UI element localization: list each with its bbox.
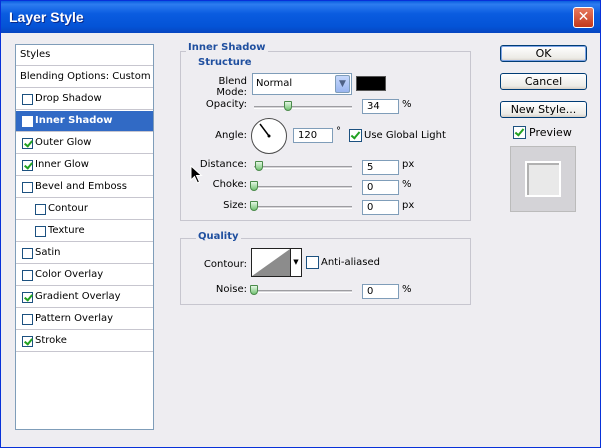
blending-options-label: Blending Options: Custom	[20, 71, 151, 82]
mouse-cursor-icon	[190, 165, 203, 184]
blend-mode-value: Normal	[256, 78, 293, 89]
size-label: Size:	[223, 200, 247, 211]
close-icon[interactable]: ✕	[578, 9, 590, 25]
style-label-outer-glow: Outer Glow	[35, 137, 92, 148]
style-label-inner-glow: Inner Glow	[35, 159, 89, 170]
anti-aliased-label: Anti-aliased	[321, 257, 381, 268]
choke-slider-track[interactable]	[254, 186, 352, 189]
size-input[interactable]: 0	[362, 200, 399, 215]
style-label-gradient-overlay: Gradient Overlay	[35, 291, 121, 302]
inner-shadow-title: Inner Shadow	[186, 42, 268, 53]
style-item-inner-glow[interactable]: Inner Glow	[16, 155, 153, 176]
noise-slider-track[interactable]	[254, 290, 352, 293]
preview-label: Preview	[529, 126, 572, 139]
angle-input[interactable]: 120	[293, 128, 333, 143]
contour-picker[interactable]	[251, 248, 291, 277]
style-item-gradient-overlay[interactable]: Gradient Overlay	[16, 287, 153, 308]
style-checkbox-contour[interactable]	[35, 204, 46, 215]
style-checkbox-inner-glow[interactable]	[22, 160, 33, 171]
blending-options-item[interactable]: Blending Options: Custom	[16, 67, 153, 88]
styles-header-label: Styles	[20, 49, 51, 60]
layer-style-dialog: Layer Style ✕ Styles Blending Options: C…	[0, 0, 601, 448]
new-style-button[interactable]: New Style...	[500, 101, 587, 118]
style-item-inner-shadow[interactable]: Inner Shadow	[16, 111, 153, 132]
style-item-contour[interactable]: Contour	[16, 199, 153, 220]
angle-dial-icon[interactable]	[251, 118, 287, 154]
use-global-light-label: Use Global Light	[364, 130, 446, 141]
angle-label: Angle:	[215, 130, 247, 141]
opacity-slider-thumb[interactable]	[284, 101, 292, 111]
styles-header[interactable]: Styles	[16, 45, 153, 66]
window-title: Layer Style	[9, 9, 84, 25]
style-item-outer-glow[interactable]: Outer Glow	[16, 133, 153, 154]
distance-input[interactable]: 5	[362, 160, 399, 175]
style-label-contour: Contour	[48, 203, 88, 214]
structure-title: Structure	[196, 57, 254, 68]
style-item-bevel-and-emboss[interactable]: Bevel and Emboss	[16, 177, 153, 198]
style-label-pattern-overlay: Pattern Overlay	[35, 313, 114, 324]
distance-slider-thumb[interactable]	[255, 161, 263, 171]
choke-unit: %	[402, 179, 412, 190]
style-label-texture: Texture	[48, 225, 85, 236]
style-preview	[510, 146, 576, 212]
style-label-color-overlay: Color Overlay	[35, 269, 104, 280]
style-checkbox-color-overlay[interactable]	[22, 270, 33, 281]
size-slider-thumb[interactable]	[250, 201, 258, 211]
style-checkbox-gradient-overlay[interactable]	[22, 292, 33, 303]
styles-list: Styles Blending Options: Custom Drop Sha…	[15, 44, 154, 430]
choke-input[interactable]: 0	[362, 180, 399, 195]
opacity-slider-track[interactable]	[254, 106, 352, 109]
use-global-light-checkbox[interactable]	[349, 129, 362, 142]
style-label-satin: Satin	[35, 247, 61, 258]
blend-mode-label: Blend Mode:	[216, 76, 247, 98]
style-checkbox-stroke[interactable]	[22, 336, 33, 347]
shadow-color-swatch[interactable]	[356, 76, 386, 91]
distance-unit: px	[402, 159, 415, 170]
preview-checkbox[interactable]	[513, 126, 526, 139]
size-unit: px	[402, 200, 415, 211]
style-checkbox-bevel-and-emboss[interactable]	[22, 182, 33, 193]
contour-label: Contour:	[203, 259, 247, 270]
style-item-texture[interactable]: Texture	[16, 221, 153, 242]
style-checkbox-pattern-overlay[interactable]	[22, 314, 33, 325]
distance-slider-track[interactable]	[254, 166, 352, 169]
contour-preview-icon	[252, 249, 290, 276]
style-preview-swatch	[525, 161, 561, 197]
style-label-inner-shadow: Inner Shadow	[35, 115, 113, 126]
noise-unit: %	[402, 284, 412, 295]
choke-slider-thumb[interactable]	[250, 181, 258, 191]
style-item-satin[interactable]: Satin	[16, 243, 153, 264]
contour-dropdown-arrow[interactable]: ▼	[291, 248, 302, 277]
style-label-drop-shadow: Drop Shadow	[35, 93, 102, 104]
noise-slider-thumb[interactable]	[250, 285, 258, 295]
opacity-label: Opacity:	[205, 99, 247, 110]
quality-title: Quality	[196, 231, 241, 242]
style-checkbox-texture[interactable]	[35, 226, 46, 237]
style-checkbox-outer-glow[interactable]	[22, 138, 33, 149]
noise-label: Noise:	[215, 284, 247, 295]
blend-mode-select[interactable]: Normal ▼	[252, 73, 352, 95]
title-bar[interactable]: Layer Style ✕	[1, 1, 600, 33]
chevron-down-icon[interactable]: ▼	[335, 75, 350, 93]
opacity-unit: %	[402, 99, 412, 110]
close-button[interactable]: ✕	[573, 7, 594, 28]
style-item-stroke[interactable]: Stroke	[16, 331, 153, 352]
angle-dial-needle	[259, 123, 271, 138]
style-label-bevel-and-emboss: Bevel and Emboss	[35, 181, 127, 192]
dialog-body: Styles Blending Options: Custom Drop Sha…	[1, 33, 600, 447]
size-slider-track[interactable]	[254, 206, 352, 209]
style-checkbox-satin[interactable]	[22, 248, 33, 259]
noise-input[interactable]: 0	[362, 284, 399, 299]
anti-aliased-checkbox[interactable]	[306, 256, 319, 269]
opacity-input[interactable]: 34	[362, 99, 399, 114]
style-label-stroke: Stroke	[35, 335, 67, 346]
angle-unit: °	[336, 126, 341, 137]
style-item-drop-shadow[interactable]: Drop Shadow	[16, 89, 153, 110]
style-item-color-overlay[interactable]: Color Overlay	[16, 265, 153, 286]
style-checkbox-drop-shadow[interactable]	[22, 94, 33, 105]
cancel-button[interactable]: Cancel	[500, 73, 587, 90]
ok-button[interactable]: OK	[500, 45, 587, 62]
style-item-pattern-overlay[interactable]: Pattern Overlay	[16, 309, 153, 330]
style-checkbox-inner-shadow[interactable]	[22, 116, 33, 127]
